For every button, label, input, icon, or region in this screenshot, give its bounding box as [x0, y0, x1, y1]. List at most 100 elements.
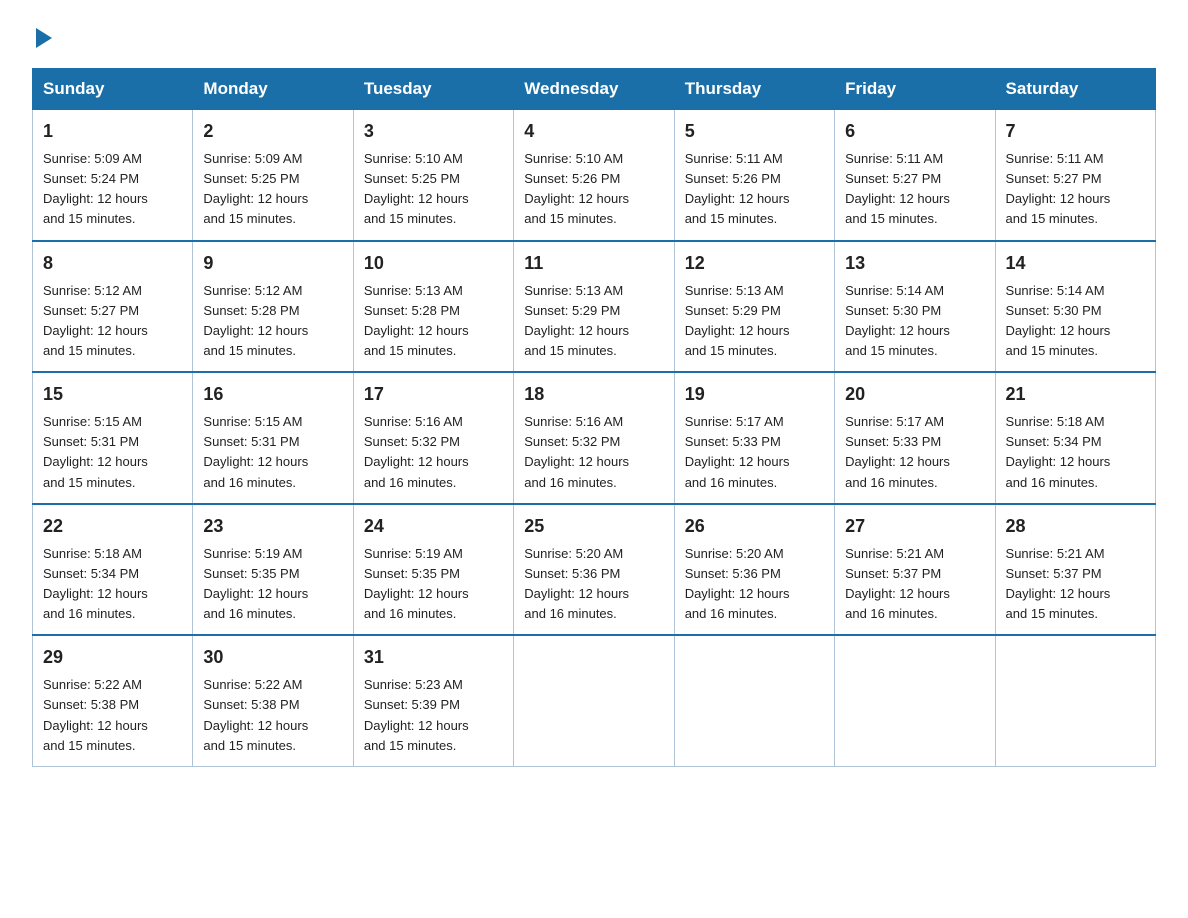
calendar-week-row: 1Sunrise: 5:09 AMSunset: 5:24 PMDaylight…: [33, 110, 1156, 241]
day-number: 23: [203, 513, 342, 540]
day-number: 16: [203, 381, 342, 408]
day-number: 8: [43, 250, 182, 277]
calendar-cell: 2 Sunrise: 5:09 AMSunset: 5:25 PMDaylight…: [193, 110, 353, 241]
day-info: Sunrise: 5:10 AMSunset: 5:25 PMDaylight:…: [364, 149, 503, 230]
day-info: Sunrise: 5:15 AMSunset: 5:31 PMDaylight:…: [43, 412, 182, 493]
day-number: 28: [1006, 513, 1145, 540]
day-number: 27: [845, 513, 984, 540]
day-number: 11: [524, 250, 663, 277]
day-number: 9: [203, 250, 342, 277]
day-info: Sunrise: 5:15 AMSunset: 5:31 PMDaylight:…: [203, 412, 342, 493]
calendar-cell: 13Sunrise: 5:14 AMSunset: 5:30 PMDayligh…: [835, 241, 995, 373]
calendar-cell: 15Sunrise: 5:15 AMSunset: 5:31 PMDayligh…: [33, 372, 193, 504]
calendar-cell: 23Sunrise: 5:19 AMSunset: 5:35 PMDayligh…: [193, 504, 353, 636]
day-number: 22: [43, 513, 182, 540]
calendar-body: 1Sunrise: 5:09 AMSunset: 5:24 PMDaylight…: [33, 110, 1156, 767]
calendar-week-row: 8 Sunrise: 5:12 AMSunset: 5:27 PMDaylight…: [33, 241, 1156, 373]
day-info: Sunrise: 5:11 AMSunset: 5:27 PMDaylight:…: [845, 149, 984, 230]
day-info: Sunrise: 5:17 AMSunset: 5:33 PMDaylight:…: [845, 412, 984, 493]
header-day-monday: Monday: [193, 69, 353, 110]
calendar-cell: 26Sunrise: 5:20 AMSunset: 5:36 PMDayligh…: [674, 504, 834, 636]
day-info: Sunrise: 5:09 AMSunset: 5:25 PMDaylight:…: [203, 149, 342, 230]
day-number: 21: [1006, 381, 1145, 408]
day-info: Sunrise: 5:12 AMSunset: 5:28 PMDaylight:…: [203, 281, 342, 362]
page-header: [32, 24, 1156, 48]
day-info: Sunrise: 5:19 AMSunset: 5:35 PMDaylight:…: [364, 544, 503, 625]
day-number: 4: [524, 118, 663, 145]
calendar-cell: 9 Sunrise: 5:12 AMSunset: 5:28 PMDaylight…: [193, 241, 353, 373]
calendar-cell: 24 Sunrise: 5:19 AMSunset: 5:35 PMDayligh…: [353, 504, 513, 636]
day-number: 24: [364, 513, 503, 540]
calendar-header: SundayMondayTuesdayWednesdayThursdayFrid…: [33, 69, 1156, 110]
calendar-cell: 14 Sunrise: 5:14 AMSunset: 5:30 PMDayligh…: [995, 241, 1155, 373]
day-number: 20: [845, 381, 984, 408]
day-number: 30: [203, 644, 342, 671]
header-day-saturday: Saturday: [995, 69, 1155, 110]
calendar-cell: [995, 635, 1155, 766]
calendar-cell: 25 Sunrise: 5:20 AMSunset: 5:36 PMDayligh…: [514, 504, 674, 636]
calendar-cell: 4 Sunrise: 5:10 AMSunset: 5:26 PMDaylight…: [514, 110, 674, 241]
day-number: 26: [685, 513, 824, 540]
day-info: Sunrise: 5:20 AMSunset: 5:36 PMDaylight:…: [524, 544, 663, 625]
day-info: Sunrise: 5:14 AMSunset: 5:30 PMDaylight:…: [1006, 281, 1145, 362]
calendar-cell: 1Sunrise: 5:09 AMSunset: 5:24 PMDaylight…: [33, 110, 193, 241]
day-number: 1: [43, 118, 182, 145]
day-info: Sunrise: 5:17 AMSunset: 5:33 PMDaylight:…: [685, 412, 824, 493]
calendar-week-row: 15Sunrise: 5:15 AMSunset: 5:31 PMDayligh…: [33, 372, 1156, 504]
day-info: Sunrise: 5:12 AMSunset: 5:27 PMDaylight:…: [43, 281, 182, 362]
day-number: 25: [524, 513, 663, 540]
calendar-cell: 16 Sunrise: 5:15 AMSunset: 5:31 PMDayligh…: [193, 372, 353, 504]
day-number: 18: [524, 381, 663, 408]
calendar-cell: 22 Sunrise: 5:18 AMSunset: 5:34 PMDayligh…: [33, 504, 193, 636]
calendar-cell: 30 Sunrise: 5:22 AMSunset: 5:38 PMDayligh…: [193, 635, 353, 766]
calendar-cell: 6 Sunrise: 5:11 AMSunset: 5:27 PMDaylight…: [835, 110, 995, 241]
day-number: 10: [364, 250, 503, 277]
day-info: Sunrise: 5:13 AMSunset: 5:29 PMDaylight:…: [685, 281, 824, 362]
day-number: 19: [685, 381, 824, 408]
day-info: Sunrise: 5:23 AMSunset: 5:39 PMDaylight:…: [364, 675, 503, 756]
day-info: Sunrise: 5:11 AMSunset: 5:27 PMDaylight:…: [1006, 149, 1145, 230]
day-info: Sunrise: 5:14 AMSunset: 5:30 PMDaylight:…: [845, 281, 984, 362]
calendar-cell: 5 Sunrise: 5:11 AMSunset: 5:26 PMDaylight…: [674, 110, 834, 241]
calendar-cell: 20 Sunrise: 5:17 AMSunset: 5:33 PMDayligh…: [835, 372, 995, 504]
calendar-cell: 31 Sunrise: 5:23 AMSunset: 5:39 PMDayligh…: [353, 635, 513, 766]
day-info: Sunrise: 5:22 AMSunset: 5:38 PMDaylight:…: [43, 675, 182, 756]
day-number: 6: [845, 118, 984, 145]
day-number: 31: [364, 644, 503, 671]
calendar-cell: 18 Sunrise: 5:16 AMSunset: 5:32 PMDayligh…: [514, 372, 674, 504]
calendar-cell: 12 Sunrise: 5:13 AMSunset: 5:29 PMDayligh…: [674, 241, 834, 373]
calendar-cell: 7 Sunrise: 5:11 AMSunset: 5:27 PMDaylight…: [995, 110, 1155, 241]
day-info: Sunrise: 5:18 AMSunset: 5:34 PMDaylight:…: [43, 544, 182, 625]
day-info: Sunrise: 5:21 AMSunset: 5:37 PMDaylight:…: [1006, 544, 1145, 625]
calendar-cell: 17Sunrise: 5:16 AMSunset: 5:32 PMDayligh…: [353, 372, 513, 504]
day-number: 7: [1006, 118, 1145, 145]
day-info: Sunrise: 5:13 AMSunset: 5:28 PMDaylight:…: [364, 281, 503, 362]
calendar-cell: 19 Sunrise: 5:17 AMSunset: 5:33 PMDayligh…: [674, 372, 834, 504]
day-number: 5: [685, 118, 824, 145]
calendar-cell: 27 Sunrise: 5:21 AMSunset: 5:37 PMDayligh…: [835, 504, 995, 636]
day-info: Sunrise: 5:18 AMSunset: 5:34 PMDaylight:…: [1006, 412, 1145, 493]
header-day-wednesday: Wednesday: [514, 69, 674, 110]
day-number: 2: [203, 118, 342, 145]
day-info: Sunrise: 5:16 AMSunset: 5:32 PMDaylight:…: [524, 412, 663, 493]
calendar-cell: 10 Sunrise: 5:13 AMSunset: 5:28 PMDayligh…: [353, 241, 513, 373]
day-number: 12: [685, 250, 824, 277]
day-info: Sunrise: 5:11 AMSunset: 5:26 PMDaylight:…: [685, 149, 824, 230]
day-info: Sunrise: 5:13 AMSunset: 5:29 PMDaylight:…: [524, 281, 663, 362]
calendar-table: SundayMondayTuesdayWednesdayThursdayFrid…: [32, 68, 1156, 767]
day-info: Sunrise: 5:21 AMSunset: 5:37 PMDaylight:…: [845, 544, 984, 625]
calendar-cell: 29 Sunrise: 5:22 AMSunset: 5:38 PMDayligh…: [33, 635, 193, 766]
calendar-cell: 21 Sunrise: 5:18 AMSunset: 5:34 PMDayligh…: [995, 372, 1155, 504]
calendar-week-row: 22 Sunrise: 5:18 AMSunset: 5:34 PMDayligh…: [33, 504, 1156, 636]
calendar-week-row: 29 Sunrise: 5:22 AMSunset: 5:38 PMDayligh…: [33, 635, 1156, 766]
day-info: Sunrise: 5:22 AMSunset: 5:38 PMDaylight:…: [203, 675, 342, 756]
day-number: 14: [1006, 250, 1145, 277]
header-day-thursday: Thursday: [674, 69, 834, 110]
calendar-cell: [514, 635, 674, 766]
calendar-cell: 28 Sunrise: 5:21 AMSunset: 5:37 PMDayligh…: [995, 504, 1155, 636]
logo: [32, 24, 52, 48]
day-info: Sunrise: 5:10 AMSunset: 5:26 PMDaylight:…: [524, 149, 663, 230]
header-day-friday: Friday: [835, 69, 995, 110]
header-day-tuesday: Tuesday: [353, 69, 513, 110]
day-number: 29: [43, 644, 182, 671]
